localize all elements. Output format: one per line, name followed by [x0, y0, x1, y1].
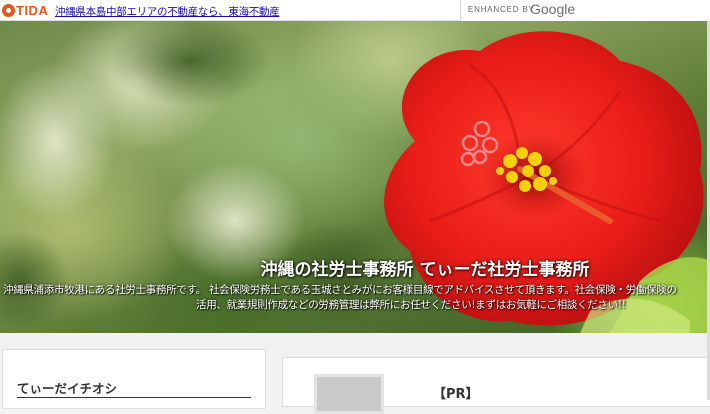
- sun-logo-icon: [2, 3, 15, 17]
- site-description: 沖縄県浦添市牧港にある社労士事務所です。 社会保険労務士である玉城さとみがにお客…: [0, 283, 710, 313]
- sidebar-divider: [17, 397, 251, 398]
- top-bar: TIDA 沖縄県本島中部エリアの不動産なら、東海不動産 ENHANCED BY …: [0, 0, 710, 21]
- search-enhanced-label: ENHANCED BY: [468, 5, 535, 14]
- logo-text: TIDA: [16, 2, 49, 18]
- pr-thumbnail[interactable]: [314, 374, 384, 414]
- sidebar-heading: てぃーだイチオシ: [17, 381, 118, 396]
- tida-logo[interactable]: TIDA: [2, 2, 48, 18]
- sidebar-widget: てぃーだイチオシ: [2, 349, 266, 409]
- google-brand-text: Google: [530, 1, 576, 17]
- site-description-line-2: 活用、就業規則作成などの労務管理は弊所にお任せください!まずはお気軽にご相談くだ…: [196, 299, 626, 311]
- header-banner: 沖縄の社労士事務所 てぃーだ社労士事務所 沖縄県浦添市牧港にある社労士事務所です…: [0, 21, 710, 333]
- site-description-line-1: 沖縄県浦添市牧港にある社労士事務所です。 社会保険労務士である玉城さとみがにお客…: [3, 284, 677, 296]
- ad-link[interactable]: 沖縄県本島中部エリアの不動産なら、東海不動産: [55, 4, 280, 19]
- site-search-box[interactable]: ENHANCED BY Google: [460, 0, 710, 21]
- site-title[interactable]: 沖縄の社労士事務所 てぃーだ社労士事務所: [0, 255, 710, 280]
- pr-label: 【PR】: [433, 387, 479, 402]
